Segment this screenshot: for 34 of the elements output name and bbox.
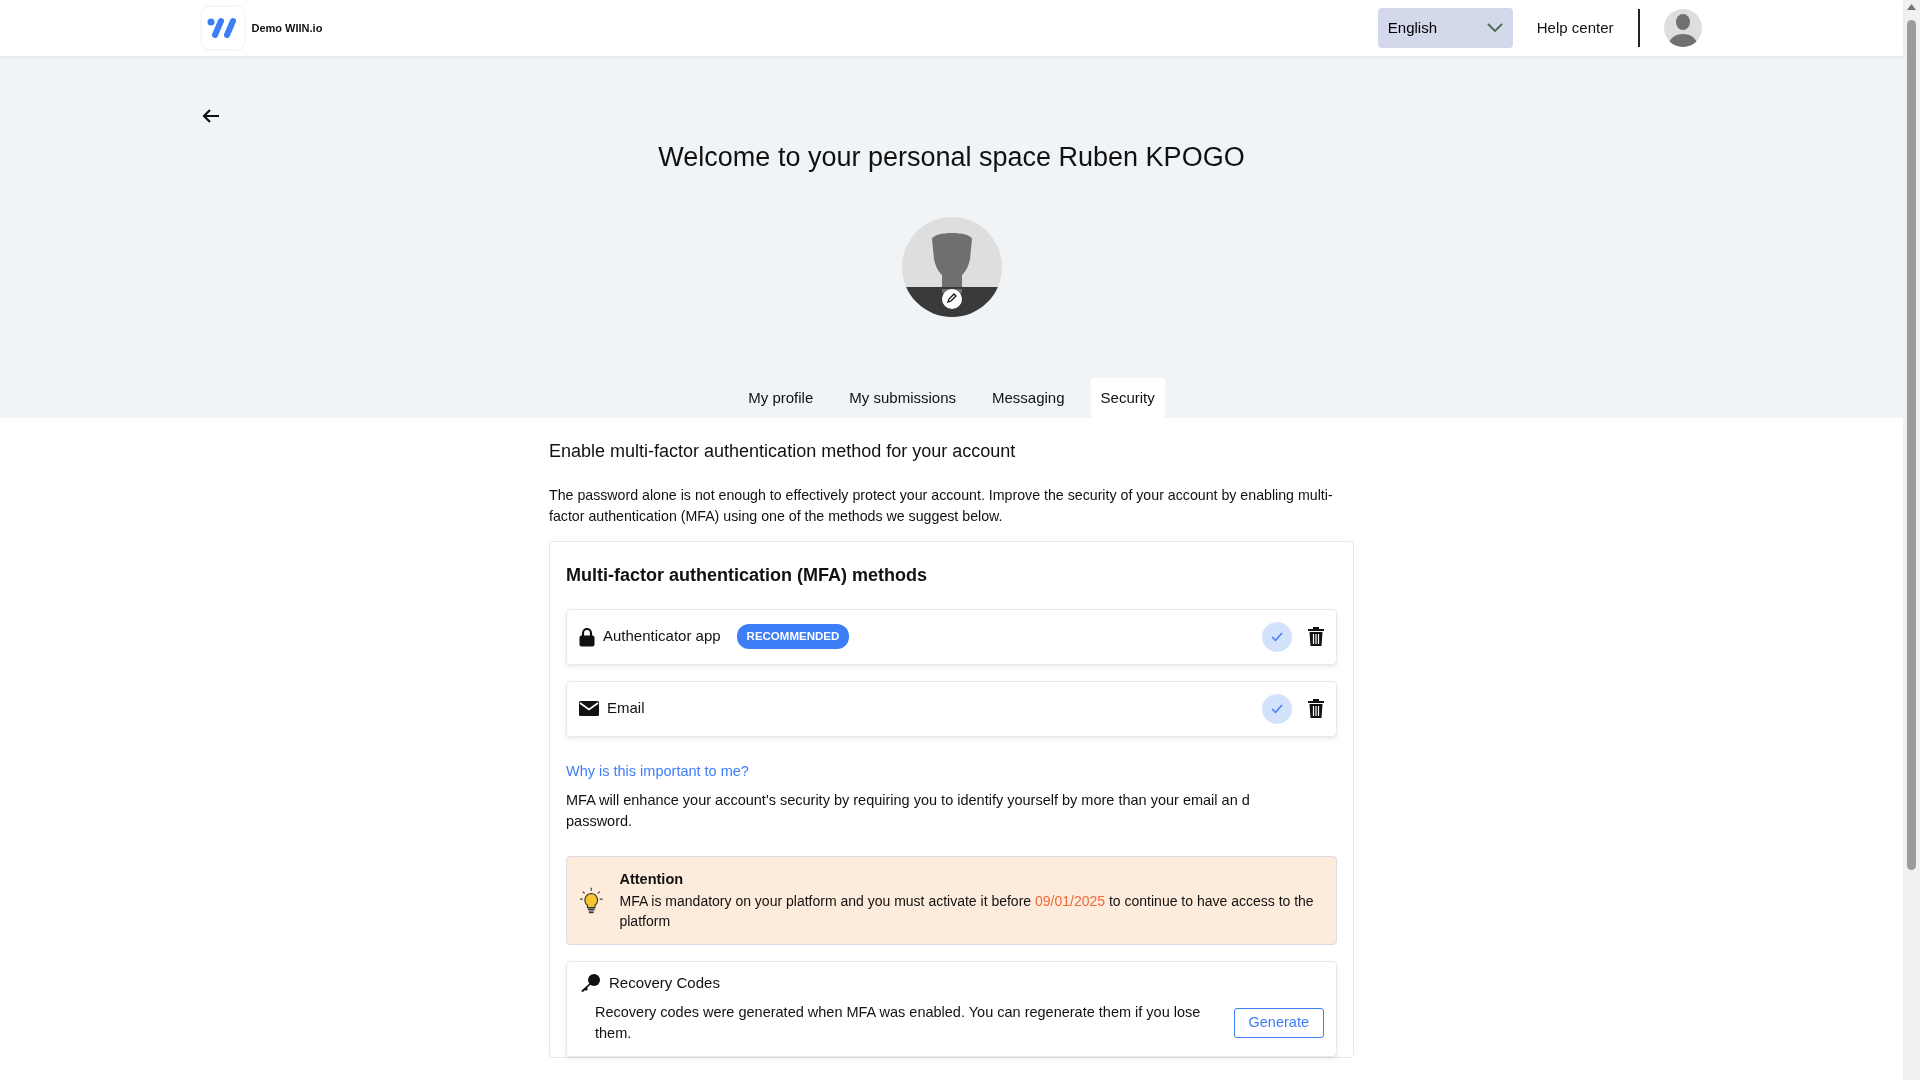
- intro-text: The password alone is not enough to effectively protect your account. Improve the security of your account by enabling multi-factor authentication (MFA) using one of the methods we suggest below.: [549, 486, 1334, 526]
- user-avatar-icon[interactable]: [1663, 9, 1702, 47]
- recovery-codes-text: Recovery codes were generated when MFA was enabled. You can regenerate them if you lose them.: [595, 1003, 1202, 1044]
- why-important-link[interactable]: Why is this important to me?: [566, 760, 749, 783]
- method-name: Authenticator app: [603, 626, 721, 647]
- back-arrow-icon[interactable]: [201, 109, 220, 124]
- lightbulb-icon: [579, 885, 604, 916]
- brand-name: Demo WIIN.io: [251, 20, 323, 36]
- tab[interactable]: Messaging: [982, 377, 1075, 419]
- chevron-down-icon: [1486, 23, 1503, 33]
- envelope-icon: [579, 701, 599, 717]
- section-heading: Enable multi-factor authentication method for your account: [549, 440, 1017, 464]
- check-icon[interactable]: [1262, 693, 1292, 724]
- scroll-up-icon[interactable]: [1907, 4, 1916, 10]
- tab[interactable]: My profile: [738, 377, 824, 419]
- method-name: Email: [607, 698, 645, 719]
- tab[interactable]: Security: [1090, 377, 1165, 419]
- check-icon[interactable]: [1262, 621, 1292, 652]
- page-title: Welcome to your personal space Ruben KPOGO: [657, 140, 1246, 173]
- alert-title: Attention: [619, 870, 685, 890]
- card-title: Multi-factor authentication (MFA) methods: [566, 563, 928, 587]
- language-select[interactable]: English: [1377, 8, 1513, 48]
- generate-button[interactable]: Generate: [1233, 1008, 1324, 1039]
- lock-icon: [579, 626, 595, 647]
- recovery-codes-title: Recovery Codes: [609, 972, 720, 993]
- explanation-text: MFA will enhance your account's security by requiring you to identify yourself by more than your email an d password.: [566, 791, 1251, 832]
- tab[interactable]: My submissions: [839, 377, 966, 419]
- trash-icon[interactable]: [1308, 699, 1324, 719]
- trash-icon[interactable]: [1308, 627, 1324, 647]
- help-center-link[interactable]: Help center: [1536, 16, 1614, 40]
- recommended-badge: RECOMMENDED: [736, 623, 850, 650]
- scrollbar[interactable]: [1903, 0, 1920, 1080]
- alert-message: MFA is mandatory on your platform and you must activate it before 09/01/2025 to continue to have access to the platform: [619, 892, 1315, 932]
- key-icon: [579, 972, 601, 993]
